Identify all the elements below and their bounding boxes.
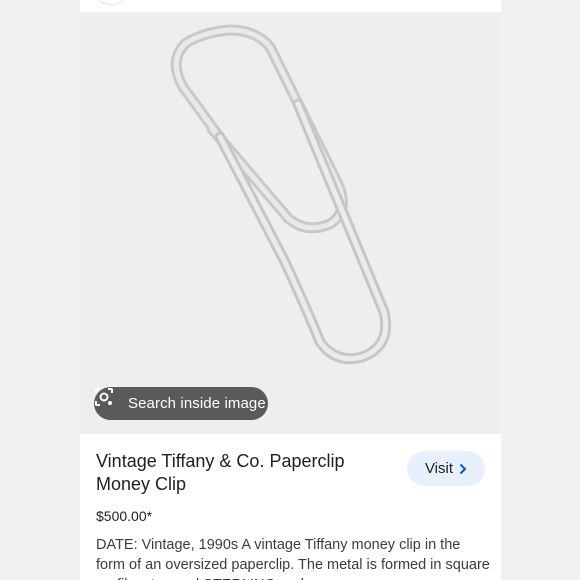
lens-icon [95, 388, 121, 414]
top-chip[interactable] [94, 0, 128, 5]
left-margin [0, 0, 80, 580]
product-description: DATE: Vintage, 1990s A vintage Tiffany m… [96, 537, 490, 580]
result-panel: Search inside image Vintage Tiffany & Co… [80, 0, 501, 580]
right-margin [501, 0, 580, 580]
search-inside-image-label: Search inside image [128, 395, 266, 412]
product-image[interactable]: Search inside image [80, 12, 501, 434]
visit-label: Visit [424, 460, 454, 477]
product-title[interactable]: Vintage Tiffany & Co. Paperclip Money Cl… [96, 450, 386, 496]
paperclip-image [170, 24, 392, 365]
product-price: $500.00* [96, 508, 153, 524]
search-inside-image-button[interactable]: Search inside image [94, 387, 268, 420]
chevron-right-icon [459, 463, 467, 474]
visit-button[interactable]: Visit [407, 451, 485, 486]
top-strip [80, 0, 501, 12]
